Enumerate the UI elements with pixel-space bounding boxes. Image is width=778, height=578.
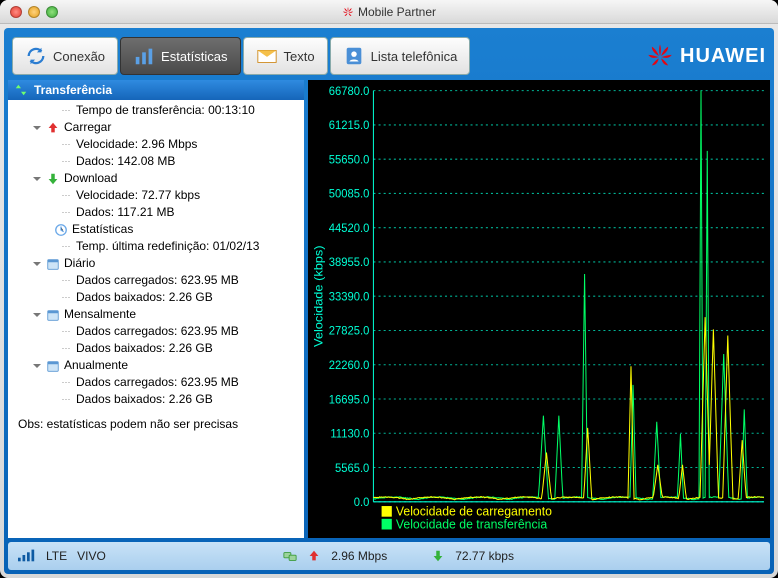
accuracy-note: Obs: estatísticas podem não ser precisas (12, 416, 300, 433)
svg-text:61215.0: 61215.0 (329, 120, 370, 132)
download-icon (46, 172, 60, 186)
svg-text:16695.0: 16695.0 (329, 394, 370, 406)
stats-node: Estatísticas (12, 221, 300, 238)
svg-text:Velocidade (kbps): Velocidade (kbps) (312, 245, 326, 347)
svg-text:0.0: 0.0 (354, 497, 370, 509)
carrier-label: VIVO (77, 549, 106, 563)
status-up-speed: 2.96 Mbps (331, 549, 387, 563)
huawei-icon (342, 6, 354, 18)
tab-phonebook[interactable]: Lista telefônica (330, 37, 471, 75)
window-title: Mobile Partner (0, 5, 778, 19)
svg-text:38955.0: 38955.0 (329, 257, 370, 269)
yearly-up-row: ···Dados carregados: 623.95 MB (12, 374, 300, 391)
daily-down-row: ···Dados baixados: 2.26 GB (12, 289, 300, 306)
clock-icon (54, 223, 68, 237)
tab-statistics-label: Estatísticas (161, 49, 227, 64)
zoom-button[interactable] (46, 6, 58, 18)
calendar-icon (46, 359, 60, 373)
svg-text:33390.0: 33390.0 (329, 291, 370, 303)
download-node[interactable]: Download (12, 170, 300, 187)
status-bar: LTE VIVO 2.96 Mbps 72.77 kbps (8, 542, 770, 570)
disclosure-open-icon (32, 123, 42, 133)
speed-chart: 0.0 5565.0 11130.0 16695.0 22260.0 27825.0 333… (308, 80, 770, 538)
tree-body: ···Tempo de transferência: 00:13:10 Carr… (8, 100, 304, 538)
disclosure-open-icon (32, 174, 42, 184)
network-connected-icon (283, 549, 297, 563)
huawei-logo: HUAWEI (646, 42, 766, 70)
calendar-icon (46, 257, 60, 271)
tab-phonebook-label: Lista telefônica (371, 49, 458, 64)
titlebar: Mobile Partner (0, 0, 778, 24)
calendar-icon (46, 308, 60, 322)
main-toolbar: Conexão Estatísticas Texto Lista telefôn… (8, 32, 770, 80)
mail-icon (256, 45, 278, 67)
status-down-speed: 72.77 kbps (455, 549, 514, 563)
app-window: Mobile Partner Conexão Estatísticas Text… (0, 0, 778, 578)
brand-label: HUAWEI (680, 45, 766, 68)
upload-node[interactable]: Carregar (12, 119, 300, 136)
tab-text[interactable]: Texto (243, 37, 328, 75)
tab-text-label: Texto (284, 49, 315, 64)
download-data-row: ···Dados: 117.21 MB (12, 204, 300, 221)
svg-text:55650.0: 55650.0 (329, 154, 370, 166)
minimize-button[interactable] (28, 6, 40, 18)
tab-statistics[interactable]: Estatísticas (120, 37, 240, 75)
svg-text:Velocidade de transferência: Velocidade de transferência (396, 517, 547, 531)
yearly-down-row: ···Dados baixados: 2.26 GB (12, 391, 300, 408)
stats-tree-panel: Transferência ···Tempo de transferência:… (8, 80, 304, 538)
disclosure-open-icon (32, 310, 42, 320)
monthly-up-row: ···Dados carregados: 623.95 MB (12, 323, 300, 340)
svg-text:11130.0: 11130.0 (330, 428, 369, 440)
updown-icon (14, 83, 28, 97)
phonebook-icon (343, 45, 365, 67)
arrow-down-icon (431, 549, 445, 563)
close-button[interactable] (10, 6, 22, 18)
svg-text:27825.0: 27825.0 (329, 326, 370, 338)
monthly-down-row: ···Dados baixados: 2.26 GB (12, 340, 300, 357)
upload-icon (46, 121, 60, 135)
huawei-flower-icon (646, 42, 674, 70)
network-label: LTE (46, 549, 67, 563)
last-reset-row: ···Temp. última redefinição: 01/02/13 (12, 238, 300, 255)
stats-icon (133, 45, 155, 67)
svg-text:5565.0: 5565.0 (335, 463, 369, 475)
download-speed-row: ···Velocidade: 72.77 kbps (12, 187, 300, 204)
svg-text:44520.0: 44520.0 (329, 223, 370, 235)
svg-text:22260.0: 22260.0 (329, 360, 370, 372)
transfer-time-row: ···Tempo de transferência: 00:13:10 (12, 102, 300, 119)
content-area: Transferência ···Tempo de transferência:… (8, 80, 770, 538)
yearly-node[interactable]: Anualmente (12, 357, 300, 374)
upload-data-row: ···Dados: 142.08 MB (12, 153, 300, 170)
tab-connection[interactable]: Conexão (12, 37, 118, 75)
arrow-up-icon (307, 549, 321, 563)
daily-up-row: ···Dados carregados: 623.95 MB (12, 272, 300, 289)
disclosure-open-icon (32, 259, 42, 269)
tree-header[interactable]: Transferência (8, 80, 304, 100)
refresh-icon (25, 45, 47, 67)
svg-text:50085.0: 50085.0 (329, 189, 370, 201)
signal-icon (18, 548, 36, 565)
daily-node[interactable]: Diário (12, 255, 300, 272)
upload-speed-row: ···Velocidade: 2.96 Mbps (12, 136, 300, 153)
tree-title: Transferência (34, 83, 112, 97)
svg-text:66780.0: 66780.0 (329, 86, 370, 98)
monthly-node[interactable]: Mensalmente (12, 306, 300, 323)
tab-connection-label: Conexão (53, 49, 105, 64)
client-area: Conexão Estatísticas Texto Lista telefôn… (4, 28, 774, 574)
disclosure-open-icon (32, 361, 42, 371)
